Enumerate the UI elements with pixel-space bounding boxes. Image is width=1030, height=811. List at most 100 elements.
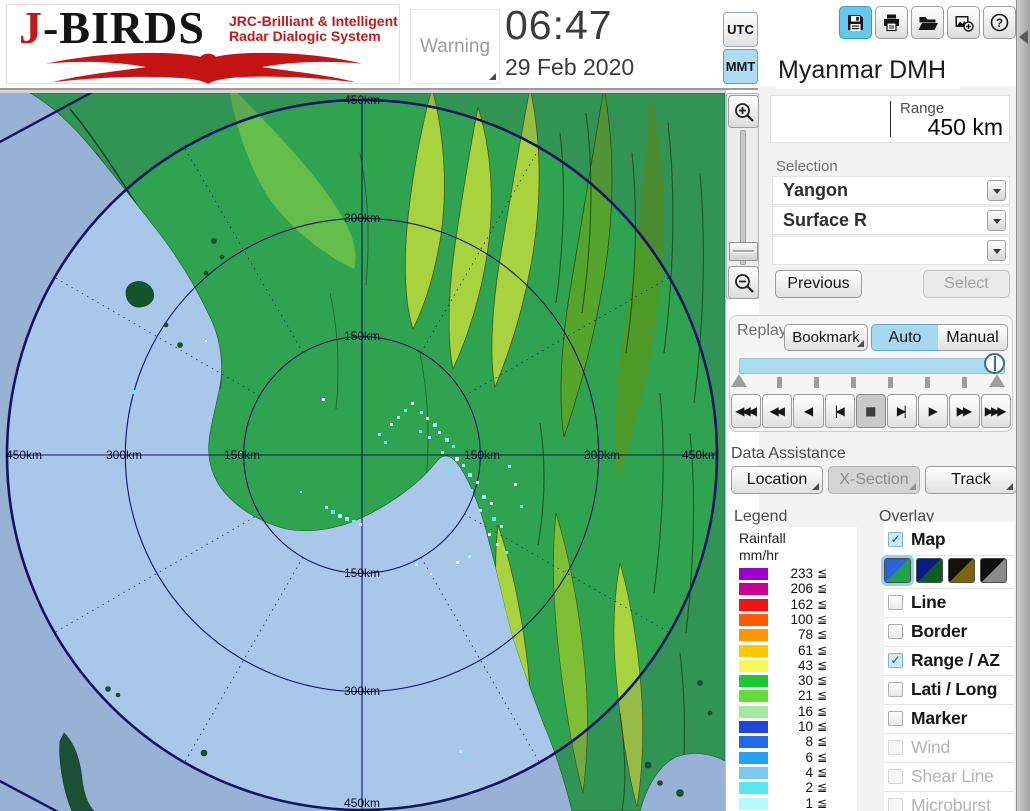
skip-forward-button[interactable]: ▶▶▶ [980, 394, 1011, 428]
checkbox[interactable] [888, 595, 903, 610]
map-zoom-control [726, 93, 759, 299]
legend-color-swatch [739, 568, 768, 580]
ring-label: 450km [6, 448, 42, 462]
legend-color-swatch [739, 721, 768, 733]
checkbox[interactable] [888, 624, 903, 639]
overlay-item-microburst[interactable]: Microburst [884, 791, 1014, 811]
legend-color-swatch [739, 782, 768, 795]
warning-button[interactable]: Warning [410, 9, 500, 84]
replay-slider-handle[interactable] [984, 353, 1005, 374]
checkbox[interactable]: ✓ [888, 532, 903, 547]
ring-label: 150km [224, 448, 260, 462]
play-button[interactable]: ▶ [918, 394, 949, 428]
select-button[interactable]: Select [923, 270, 1010, 298]
print-button[interactable] [875, 6, 908, 39]
overlay-item-label: Wind [911, 737, 951, 757]
panel-splitter[interactable] [1016, 0, 1030, 811]
skip-backward-button[interactable]: ◀◀◀ [731, 394, 762, 428]
stop-icon: ■ [865, 404, 876, 418]
previous-button[interactable]: Previous [775, 270, 862, 298]
overlay-item-lati-long[interactable]: Lati / Long [884, 675, 1014, 704]
map-style-swatch-2[interactable] [916, 558, 943, 583]
selection-dropdown-2[interactable]: Surface R [772, 206, 1010, 235]
overlay-item-line[interactable]: Line [884, 588, 1014, 617]
slider-start-marker[interactable] [731, 374, 747, 387]
fast-rewind-icon: ◀◀ [769, 404, 786, 418]
fast-forward-button[interactable]: ▶▶ [949, 394, 980, 428]
replay-label: Replay [737, 322, 787, 339]
overlay-item-wind[interactable]: Wind [884, 733, 1014, 762]
map-style-swatch-3[interactable] [948, 558, 975, 583]
zoom-slider-thumb[interactable] [729, 242, 758, 261]
legend-value: 4 [805, 764, 813, 780]
utc-button[interactable]: UTC [723, 12, 758, 47]
mmt-button[interactable]: MMT [723, 49, 758, 84]
ring-label: 450km [682, 448, 718, 462]
legend-label: Legend [734, 508, 788, 525]
stop-button[interactable]: ■ [855, 394, 886, 428]
header: J-BIRDS JRC-Brilliant & Intelligent Rada… [0, 0, 758, 90]
play-reverse-button[interactable]: ◀ [793, 394, 824, 428]
selection-dropdown-1[interactable]: Yangon [772, 176, 1010, 205]
legend-color-swatch [739, 736, 768, 749]
chevron-down-icon[interactable] [987, 240, 1006, 261]
track-button[interactable]: Track [925, 466, 1017, 494]
overlay-item-label: Shear Line [911, 766, 994, 786]
zoom-out-button[interactable] [728, 266, 759, 299]
step-forward-button[interactable]: ▶| [886, 394, 918, 428]
selection-dropdown-3[interactable] [772, 236, 1010, 265]
overlay-item-label: Range / AZ [911, 650, 1000, 670]
toolbar: ? [839, 6, 1016, 39]
step-backward-button[interactable]: |◀ [824, 394, 855, 428]
legend-color-swatch [739, 690, 768, 703]
replay-slider-track[interactable] [739, 358, 1005, 374]
map-style-swatch-1[interactable] [881, 555, 914, 586]
slider-tick [925, 377, 930, 388]
legend-color-swatch [739, 598, 768, 611]
bookmark-button[interactable]: Bookmark [784, 324, 868, 351]
checkbox[interactable]: ✓ [888, 653, 903, 668]
legend-title: Rainfall mm/hr [739, 530, 786, 563]
overlay-item-border[interactable]: Border [884, 617, 1014, 646]
location-button[interactable]: Location [731, 466, 823, 494]
checkbox[interactable] [888, 711, 903, 726]
radar-map[interactable]: 450km 300km 150km 150km 300km 450km 450km 300km… [0, 90, 726, 811]
open-folder-button[interactable] [911, 6, 944, 39]
skip-backward-icon: ◀◀◀ [735, 404, 757, 418]
map-style-swatch-4[interactable] [980, 558, 1007, 583]
overlay-item-map[interactable]: ✓ Map [884, 526, 1014, 554]
zoom-in-button[interactable] [728, 95, 759, 128]
slider-end-marker[interactable] [989, 374, 1005, 387]
checkbox[interactable] [888, 798, 903, 811]
help-button[interactable]: ? [983, 6, 1016, 39]
overlay-item-range-az[interactable]: ✓ Range / AZ [884, 646, 1014, 675]
data-assistance-label: Data Assistance [731, 445, 846, 462]
legend-operator: ≦ [817, 596, 828, 611]
checkbox[interactable] [888, 769, 903, 784]
auto-button[interactable]: Auto [871, 324, 939, 351]
chevron-down-icon[interactable] [987, 180, 1006, 201]
save-button[interactable] [839, 6, 872, 39]
x-section-button[interactable]: X-Section [828, 466, 920, 494]
overlay-item-shear-line[interactable]: Shear Line [884, 762, 1014, 791]
legend-operator: ≦ [817, 703, 828, 718]
checkbox[interactable] [888, 740, 903, 755]
fast-rewind-button[interactable]: ◀◀ [762, 394, 793, 428]
legend-value: 6 [805, 749, 813, 765]
checkbox[interactable] [888, 682, 903, 697]
clock-time: 06:47 [505, 2, 613, 48]
legend-value: 233 [790, 566, 813, 581]
overlay-item-marker[interactable]: Marker [884, 704, 1014, 733]
magnifier-plus-icon [734, 102, 754, 122]
overlay-item-label: Marker [911, 708, 968, 728]
capture-button[interactable] [947, 6, 980, 39]
collapse-panel-icon[interactable] [1019, 30, 1028, 44]
logo-tagline: JRC-Brilliant & Intelligent Radar Dialog… [229, 13, 398, 44]
manual-button[interactable]: Manual [938, 324, 1008, 351]
ring-label: 450km [344, 796, 380, 810]
rainfall-legend: Rainfall mm/hr 233 ≦ 206 ≦ 162 ≦ 100 ≦ 78 ≦ 61 ≦ 43 ≦… [731, 527, 857, 811]
chevron-down-icon[interactable] [987, 210, 1006, 231]
legend-value: 100 [790, 611, 813, 627]
overlay-item-label: Border [911, 621, 968, 641]
overlay-item-label: Map [911, 529, 946, 549]
